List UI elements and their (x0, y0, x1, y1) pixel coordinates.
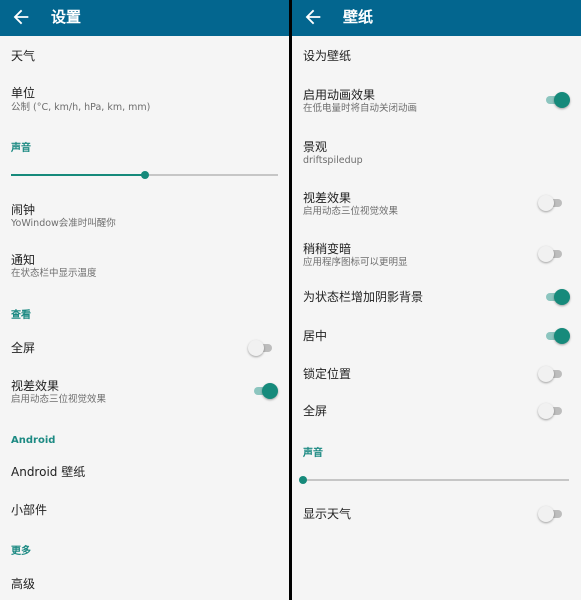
weather-label: 天气 (11, 49, 36, 63)
fullscreen-label: 全屏 (11, 341, 36, 355)
fullscreen-toggle[interactable] (248, 340, 274, 356)
notification-item[interactable]: 通知 在状态栏中显示温度 (0, 247, 289, 283)
dim-subtitle: 应用程序图标可以更明显 (303, 257, 408, 268)
view-section-header: 查看 (11, 310, 31, 321)
units-value: 公制 (°C, km/h, hPa, km, mm) (11, 102, 151, 113)
statusbar-shadow-toggle[interactable] (544, 289, 570, 305)
alarm-item[interactable]: 闹钟 YoWindow会准时叫醒你 (0, 197, 289, 233)
sound-section-header: 声音 (11, 143, 31, 154)
units-item[interactable]: 单位 公制 (°C, km/h, hPa, km, mm) (0, 80, 289, 116)
centered-toggle[interactable] (544, 328, 570, 344)
fullscreen-toggle[interactable] (538, 403, 564, 419)
centered-label: 居中 (303, 329, 328, 343)
notification-subtitle: 在状态栏中显示温度 (11, 268, 97, 279)
animation-label: 启用动画效果 (303, 88, 376, 102)
wallpaper-panel: 壁纸 设为壁纸 启用动画效果 在低电量时将自动关闭动画 景观 driftspil… (292, 0, 581, 600)
volume-slider[interactable] (299, 473, 569, 487)
show-weather-item[interactable]: 显示天气 (292, 496, 581, 532)
statusbar-shadow-label: 为状态栏增加阴影背景 (303, 290, 424, 304)
volume-slider-thumb[interactable] (299, 476, 307, 484)
animation-subtitle: 在低电量时将自动关闭动画 (303, 103, 418, 114)
set-wallpaper-item[interactable]: 设为壁纸 (292, 38, 581, 74)
dim-toggle[interactable] (538, 246, 564, 262)
lock-position-label: 锁定位置 (303, 367, 352, 381)
android-wallpaper-item[interactable]: Android 壁纸 (0, 454, 289, 490)
parallax-subtitle: 启用动态三位视觉效果 (303, 206, 399, 217)
wallpaper-app-bar: 壁纸 (292, 0, 581, 36)
advanced-item[interactable]: 高级 (0, 566, 289, 600)
units-label: 单位 (11, 86, 36, 100)
volume-slider-rail (303, 479, 569, 481)
dim-item[interactable]: 稍稍变暗 应用程序图标可以更明显 (292, 236, 581, 272)
parallax-label: 视差效果 (11, 379, 60, 393)
arrow-left-icon[interactable] (302, 6, 324, 28)
show-weather-toggle[interactable] (538, 506, 564, 522)
sound-section-header: 声音 (303, 448, 323, 459)
parallax-item[interactable]: 视差效果 启用动态三位视觉效果 (292, 185, 581, 221)
animation-item[interactable]: 启用动画效果 在低电量时将自动关闭动画 (292, 82, 581, 118)
wallpaper-title: 壁纸 (343, 8, 374, 26)
advanced-label: 高级 (11, 577, 36, 591)
notification-label: 通知 (11, 253, 36, 267)
android-section-header: Android (11, 435, 56, 446)
volume-slider-thumb[interactable] (140, 171, 149, 179)
settings-panel: 设置 天气 单位 公制 (°C, km/h, hPa, km, mm) 声音 闹… (0, 0, 289, 600)
show-weather-label: 显示天气 (303, 507, 352, 521)
volume-slider[interactable] (11, 168, 278, 182)
settings-title: 设置 (51, 8, 82, 26)
alarm-subtitle: YoWindow会准时叫醒你 (11, 218, 116, 229)
parallax-item[interactable]: 视差效果 启用动态三位视觉效果 (0, 373, 289, 409)
set-wallpaper-label: 设为壁纸 (303, 49, 352, 63)
parallax-toggle[interactable] (538, 195, 564, 211)
widgets-label: 小部件 (11, 503, 48, 517)
parallax-toggle[interactable] (252, 383, 278, 399)
volume-slider-fill (11, 174, 145, 176)
arrow-left-icon[interactable] (10, 6, 32, 28)
landscape-label: 景观 (303, 140, 328, 154)
more-section-header: 更多 (11, 546, 31, 557)
parallax-label: 视差效果 (303, 191, 352, 205)
fullscreen-label: 全屏 (303, 404, 328, 418)
lock-position-item[interactable]: 锁定位置 (292, 356, 581, 392)
animation-toggle[interactable] (544, 92, 570, 108)
android-wallpaper-label: Android 壁纸 (11, 465, 86, 479)
statusbar-shadow-item[interactable]: 为状态栏增加阴影背景 (292, 279, 581, 315)
landscape-item[interactable]: 景观 driftspiledup (292, 134, 581, 170)
weather-item[interactable]: 天气 (0, 38, 289, 74)
fullscreen-item[interactable]: 全屏 (0, 330, 289, 366)
settings-app-bar: 设置 (0, 0, 289, 36)
widgets-item[interactable]: 小部件 (0, 492, 289, 528)
dim-label: 稍稍变暗 (303, 242, 352, 256)
lock-position-toggle[interactable] (538, 366, 564, 382)
fullscreen-item[interactable]: 全屏 (292, 393, 581, 429)
parallax-subtitle: 启用动态三位视觉效果 (11, 394, 107, 405)
alarm-label: 闹钟 (11, 203, 36, 217)
centered-item[interactable]: 居中 (292, 318, 581, 354)
landscape-value: driftspiledup (303, 155, 363, 166)
